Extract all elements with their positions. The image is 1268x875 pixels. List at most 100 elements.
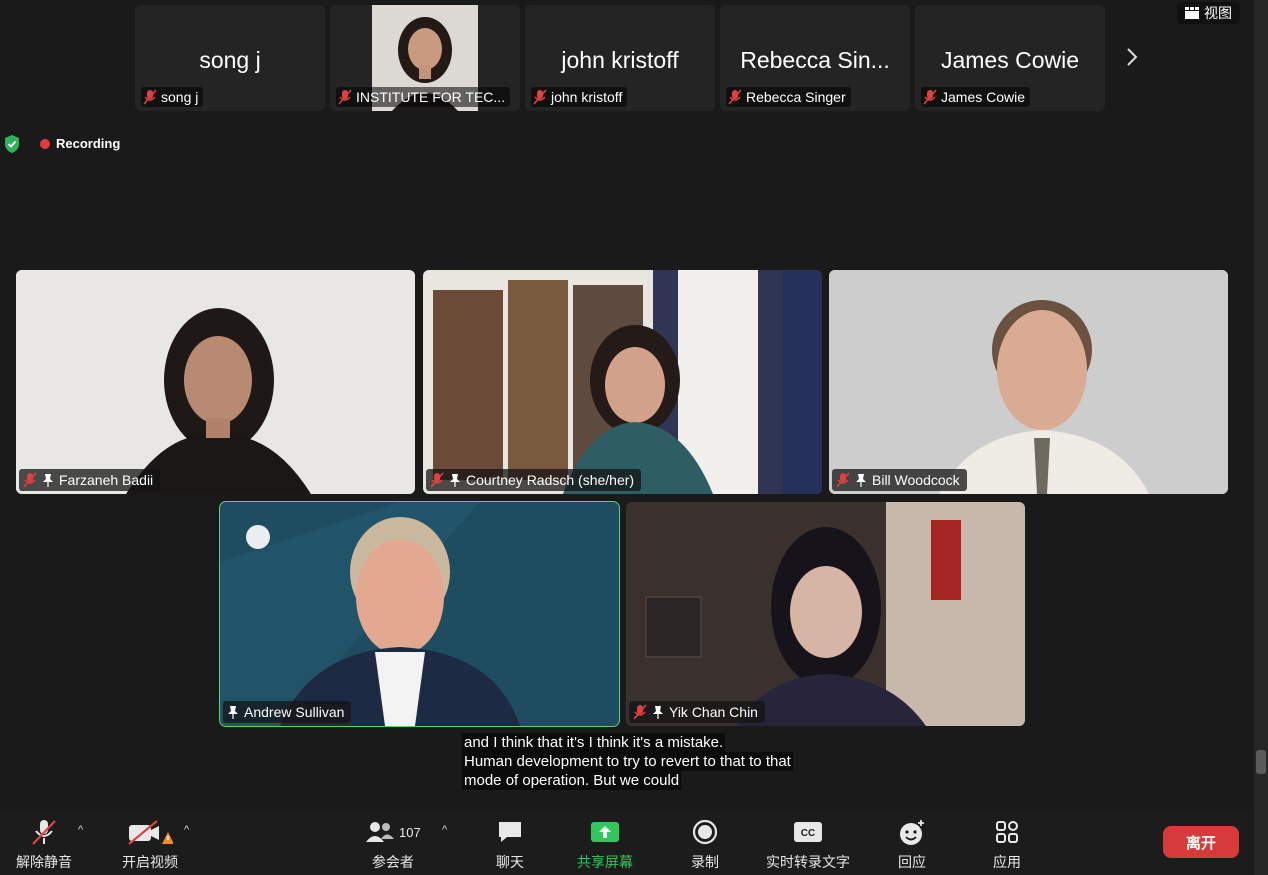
reaction-emoji-icon: [897, 818, 927, 846]
participants-button[interactable]: 107 参会者: [365, 818, 421, 872]
tile-name-label: Courtney Radsch (she/her): [426, 469, 642, 491]
participants-options-caret[interactable]: ^: [442, 824, 447, 836]
participants-label: 参会者: [371, 854, 414, 870]
apps-button[interactable]: 应用: [993, 818, 1021, 872]
mic-muted-icon: [30, 818, 58, 846]
participant-video: [423, 270, 822, 494]
video-options-caret[interactable]: ^: [184, 824, 189, 836]
strip-name-label: James Cowie: [941, 89, 1026, 105]
caption-line: and I think that it's I think it's a mis…: [462, 733, 726, 752]
grid-view-icon: [1185, 7, 1199, 19]
strip-name-label: john kristoff: [551, 89, 623, 105]
pin-icon: [653, 706, 663, 719]
mic-off-icon: [23, 472, 37, 488]
mic-off-icon: [923, 89, 937, 105]
participant-video: [220, 502, 619, 726]
tile-name: Courtney Radsch (she/her): [466, 472, 635, 488]
strip-tile-james-cowie[interactable]: James Cowie James Cowie: [915, 5, 1105, 111]
strip-name-tag: James Cowie: [921, 87, 1031, 107]
mic-off-icon: [633, 704, 647, 720]
strip-tile-institute[interactable]: INSTITUTE FOR TEC...: [330, 5, 520, 111]
strip-big-name: James Cowie: [940, 47, 1080, 73]
strip-tile-song-j[interactable]: song j song j: [135, 5, 325, 111]
share-screen-icon: [590, 818, 620, 846]
strip-tile-rebecca-singer[interactable]: Rebecca Sin... Rebecca Singer: [720, 5, 910, 111]
strip-name-tag: song j: [141, 87, 204, 107]
live-transcript-button[interactable]: CC 实时转录文字: [766, 818, 850, 872]
record-button[interactable]: 录制: [691, 818, 719, 872]
recording-label: Recording: [56, 136, 121, 151]
tile-name-label: Farzaneh Badii: [19, 469, 161, 491]
pin-icon: [450, 474, 460, 487]
video-tile-andrew-sullivan[interactable]: Andrew Sullivan: [219, 501, 620, 727]
view-button-label: 视图: [1204, 5, 1232, 21]
audio-options-caret[interactable]: ^: [78, 824, 83, 836]
record-icon: [691, 818, 719, 846]
closed-caption-icon: CC: [793, 818, 823, 846]
start-video-button[interactable]: 开启视频: [122, 818, 178, 872]
recording-dot-icon: [40, 138, 50, 149]
strip-name-tag: john kristoff: [531, 87, 628, 107]
strip-big-name: Rebecca Sin...: [740, 47, 890, 73]
strip-name-tag: INSTITUTE FOR TEC...: [336, 87, 511, 107]
participant-video: [626, 502, 1025, 726]
apps-label: 应用: [993, 854, 1021, 870]
tile-name: Farzaneh Badii: [59, 472, 154, 488]
tile-name: Bill Woodcock: [872, 472, 960, 488]
chat-button[interactable]: 聊天: [496, 818, 524, 872]
security-shield-icon[interactable]: [3, 134, 21, 154]
tile-name-label: Andrew Sullivan: [223, 701, 352, 723]
participants-icon-group: 107: [365, 818, 421, 846]
start-video-label: 开启视频: [122, 854, 178, 870]
unmute-button[interactable]: 解除静音: [16, 818, 72, 872]
leave-meeting-button[interactable]: 离开: [1163, 826, 1239, 858]
recording-indicator[interactable]: Recording: [40, 136, 120, 151]
mic-off-icon: [143, 89, 157, 105]
pin-icon: [856, 474, 866, 487]
participants-count: 107: [399, 824, 421, 840]
chat-icon: [496, 818, 524, 846]
svg-text:CC: CC: [801, 828, 815, 839]
record-label: 录制: [691, 854, 719, 870]
reactions-button[interactable]: 回应: [897, 818, 927, 872]
chat-label: 聊天: [496, 854, 524, 870]
video-tile-farzaneh-badii[interactable]: Farzaneh Badii: [16, 270, 415, 494]
strip-name-label: song j: [161, 89, 199, 105]
share-screen-label: 共享屏幕: [577, 854, 633, 870]
video-tile-yik-chan-chin[interactable]: Yik Chan Chin: [626, 502, 1025, 726]
strip-big-name: song j: [199, 47, 261, 73]
share-screen-button[interactable]: 共享屏幕: [577, 818, 633, 872]
mic-off-icon: [533, 89, 547, 105]
caption-line: mode of operation. But we could: [462, 771, 682, 790]
pin-icon: [228, 706, 238, 719]
participant-video: [829, 270, 1228, 494]
mic-off-icon: [836, 472, 850, 488]
zoom-meeting-window: song j song j INSTITUTE FOR TEC... john …: [0, 0, 1254, 875]
mic-off-icon: [338, 89, 352, 105]
live-transcript-label: 实时转录文字: [766, 854, 850, 870]
apps-icon: [993, 818, 1021, 846]
unmute-label: 解除静音: [16, 854, 72, 870]
strip-next-button[interactable]: [1117, 42, 1147, 72]
view-button[interactable]: 视图: [1177, 2, 1240, 24]
mic-off-icon: [728, 89, 742, 105]
strip-name-label: INSTITUTE FOR TEC...: [356, 89, 506, 105]
video-tile-bill-woodcock[interactable]: Bill Woodcock: [829, 270, 1228, 494]
live-caption: and I think that it's I think it's a mis…: [462, 733, 862, 790]
tile-name-label: Yik Chan Chin: [629, 701, 765, 723]
video-off-icon: [127, 818, 173, 846]
participants-icon: [366, 822, 394, 842]
scrollbar-thumb[interactable]: [1256, 750, 1266, 774]
strip-name-tag: Rebecca Singer: [726, 87, 851, 107]
window-scrollbar[interactable]: [1254, 0, 1268, 875]
video-tile-courtney-radsch[interactable]: Courtney Radsch (she/her): [423, 270, 822, 494]
tile-name: Andrew Sullivan: [244, 704, 345, 720]
reactions-label: 回应: [898, 854, 926, 870]
strip-name-label: Rebecca Singer: [746, 89, 846, 105]
strip-big-name: john kristoff: [561, 47, 679, 73]
participant-video: [16, 270, 415, 494]
chevron-right-icon: [1127, 48, 1138, 66]
tile-name: Yik Chan Chin: [669, 704, 758, 720]
strip-tile-john-kristoff[interactable]: john kristoff john kristoff: [525, 5, 715, 111]
tile-name-label: Bill Woodcock: [832, 469, 967, 491]
